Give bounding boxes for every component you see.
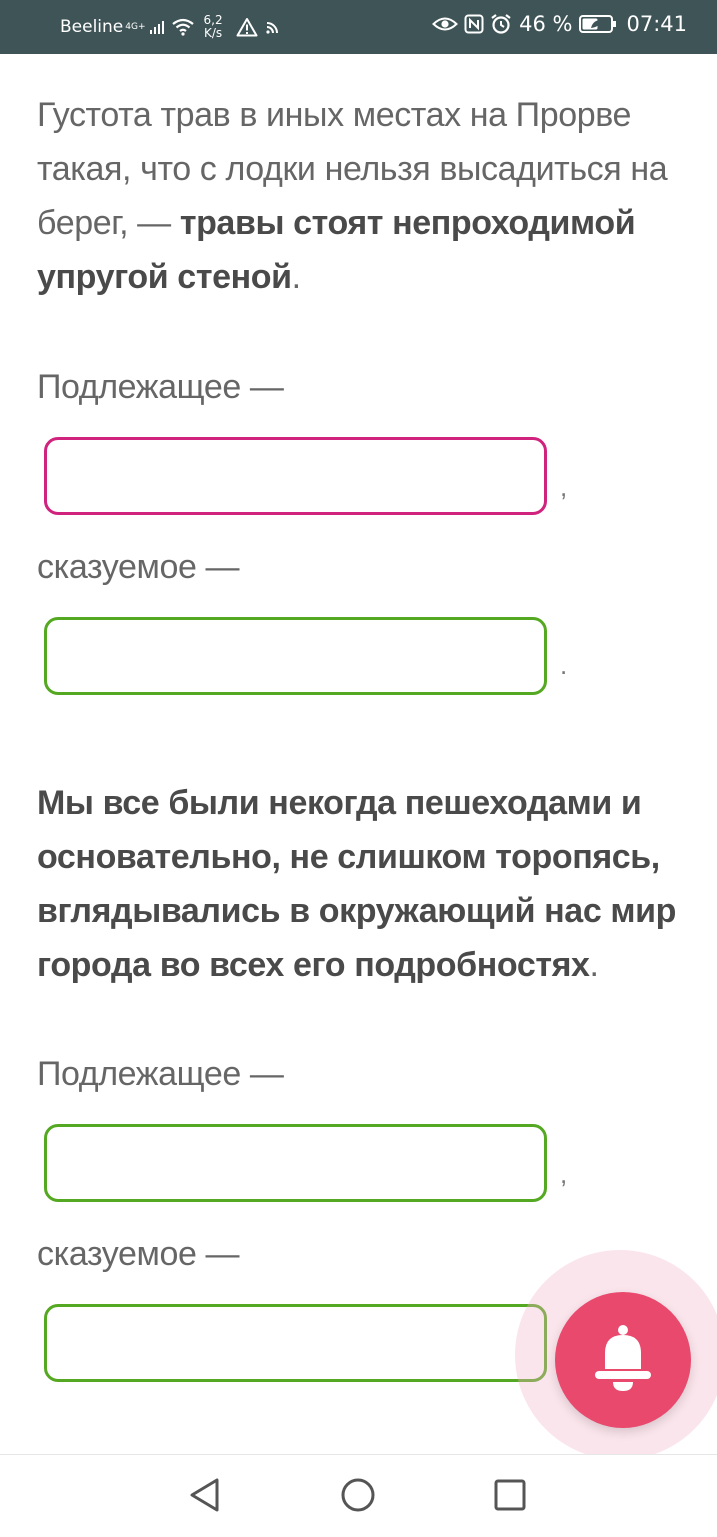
home-icon	[340, 1477, 376, 1518]
notification-bell-button[interactable]	[555, 1292, 691, 1428]
exercise2-subject-comma: ,	[560, 1159, 568, 1189]
exercise2-predicate-input[interactable]	[44, 1304, 547, 1382]
battery-icon	[579, 14, 617, 34]
battery-percent: 46 %	[519, 12, 573, 36]
signal-icon	[149, 20, 165, 34]
home-button[interactable]	[338, 1477, 378, 1517]
back-button[interactable]	[185, 1477, 225, 1517]
back-icon	[188, 1477, 222, 1518]
exercise2-sentence-bold: Мы все были некогда пешеходами и основат…	[37, 784, 676, 984]
status-bar: Beeline 4G+ 6,2 K/s 46 % 07:41	[0, 0, 717, 54]
exercise1-predicate-period: .	[560, 650, 568, 680]
exercise1-subject-input[interactable]	[44, 437, 547, 515]
recents-icon	[493, 1478, 527, 1517]
exercise1-predicate-label: сказуемое —	[37, 548, 240, 586]
eye-icon	[432, 15, 459, 33]
exercise1-subject-label: Подлежащее —	[37, 368, 284, 406]
wifi-icon	[171, 18, 195, 36]
exercise2-subject-label: Подлежащее —	[37, 1055, 284, 1093]
nfc-icon	[464, 14, 484, 34]
carrier-name: Beeline	[60, 17, 124, 37]
recents-button[interactable]	[490, 1477, 530, 1517]
notification-fab-halo	[515, 1250, 717, 1460]
network-type: 4G+	[125, 22, 146, 32]
exercise2-sentence: Мы все были некогда пешеходами и основат…	[37, 784, 676, 984]
system-nav-bar	[0, 1454, 717, 1537]
alarm-icon	[490, 13, 512, 35]
cast-icon	[264, 18, 282, 36]
warning-icon	[236, 17, 258, 37]
exercise1-predicate-input[interactable]	[44, 617, 547, 695]
clock: 07:41	[626, 12, 687, 36]
exercise2-subject-input[interactable]	[44, 1124, 547, 1202]
network-speed: 6,2 K/s	[203, 13, 223, 40]
exercise2-predicate-label: сказуемое —	[37, 1235, 240, 1273]
exercise1-subject-comma: ,	[560, 472, 568, 502]
exercise1-sentence: Густота трав в иных местах на Прорве так…	[37, 96, 668, 296]
bell-icon	[591, 1323, 655, 1398]
